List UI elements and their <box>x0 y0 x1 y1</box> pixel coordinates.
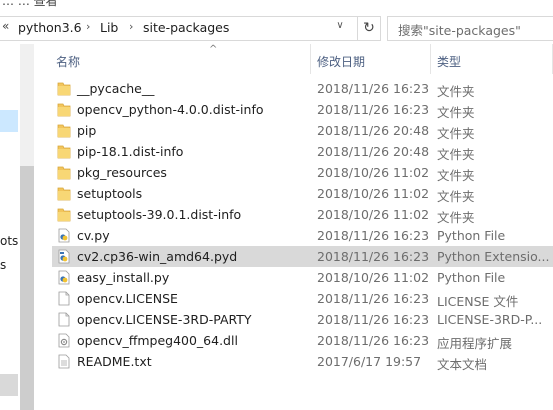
file-name: pkg_resources <box>77 165 167 180</box>
folder-icon <box>57 186 71 201</box>
nav-item-selected[interactable] <box>0 110 18 132</box>
address-bar: « python3.6 › Lib › site-packages ∨ ↻ 搜索… <box>0 10 553 44</box>
column-headers: ^ 名称 修改日期 类型 <box>34 44 553 76</box>
file-modified-date: 2018/11/26 16:23 <box>317 228 430 243</box>
file-name: __pycache__ <box>77 81 155 96</box>
file-row[interactable]: easy_install.py 2018/10/26 11:02 Python Fi… <box>52 267 553 288</box>
file-name: easy_install.py <box>77 270 170 285</box>
file-modified-date: 2018/11/26 16:23 <box>317 81 430 96</box>
overflow-chevron-icon[interactable]: « <box>2 19 9 33</box>
search-placeholder: 搜索"site-packages" <box>398 23 521 38</box>
column-divider[interactable] <box>310 44 311 74</box>
column-divider[interactable] <box>430 44 431 74</box>
file-name: cv.py <box>77 228 110 243</box>
python-file-icon <box>57 228 71 243</box>
file-modified-date: 2018/10/26 11:02 <box>317 186 430 201</box>
document-icon <box>57 291 71 306</box>
file-row[interactable]: opencv_ffmpeg400_64.dll 2018/11/26 16:23 应… <box>52 330 553 351</box>
folder-icon <box>57 81 71 96</box>
file-row[interactable]: cv.py 2018/11/26 16:23 Python File <box>52 225 553 246</box>
file-type: 文件夹 <box>437 84 475 99</box>
breadcrumb-site-packages[interactable]: site-packages <box>143 20 229 35</box>
file-type: 文件夹 <box>437 147 475 162</box>
file-modified-date: 2018/11/26 16:23 <box>317 102 430 117</box>
file-row[interactable]: pip-18.1.dist-info 2018/11/26 20:48 文件夹 <box>52 141 553 162</box>
refresh-icon[interactable]: ↻ <box>357 16 381 41</box>
nav-item-highlight[interactable] <box>0 374 18 396</box>
file-modified-date: 2018/11/26 20:48 <box>317 144 430 159</box>
file-name: opencv_python-4.0.0.dist-info <box>77 102 264 117</box>
chevron-down-icon[interactable]: ∨ <box>333 20 347 36</box>
breadcrumb-separator-icon[interactable]: › <box>86 20 90 33</box>
folder-icon <box>57 123 71 138</box>
file-modified-date: 2018/11/26 16:23 <box>317 312 430 327</box>
file-modified-date: 2018/11/26 16:23 <box>317 291 430 306</box>
dll-icon <box>57 333 71 348</box>
nav-scrollbar-thumb[interactable] <box>20 166 34 410</box>
file-type: Python File <box>437 228 506 243</box>
nav-item-label[interactable]: s <box>0 258 6 272</box>
folder-icon <box>57 144 71 159</box>
file-row[interactable]: README.txt 2017/6/17 19:57 文本文档 <box>52 351 553 372</box>
ribbon-fragment-text: … … 查看 <box>2 0 58 8</box>
file-row[interactable]: opencv.LICENSE 2018/11/26 16:23 LICENSE 文件 <box>52 288 553 309</box>
file-row[interactable]: pip 2018/11/26 20:48 文件夹 <box>52 120 553 141</box>
ribbon-fragment: … … 查看 <box>0 0 553 10</box>
breadcrumb[interactable]: « python3.6 › Lib › site-packages ∨ <box>0 16 360 41</box>
file-row[interactable]: setuptools-39.0.1.dist-info 2018/10/26 11… <box>52 204 553 225</box>
text-file-icon <box>57 354 71 369</box>
file-modified-date: 2017/6/17 19:57 <box>317 354 422 369</box>
file-name: setuptools-39.0.1.dist-info <box>77 207 242 222</box>
file-type: 文件夹 <box>437 189 475 204</box>
file-type: LICENSE-3RD-P... <box>437 312 543 327</box>
document-icon <box>57 312 71 327</box>
file-type: 文件夹 <box>437 126 475 141</box>
file-name: pip-18.1.dist-info <box>77 144 184 159</box>
file-type: Python Extensio... <box>437 249 550 264</box>
search-input[interactable]: 搜索"site-packages" <box>387 16 553 41</box>
file-type: LICENSE 文件 <box>437 294 519 309</box>
file-type: 应用程序扩展 <box>437 336 513 351</box>
folder-icon <box>57 207 71 222</box>
file-type: Python File <box>437 270 506 285</box>
file-type: 文件夹 <box>437 168 475 183</box>
breadcrumb-separator-icon[interactable]: › <box>129 20 133 33</box>
file-modified-date: 2018/10/26 11:02 <box>317 207 430 222</box>
column-header-date[interactable]: 修改日期 <box>317 53 365 70</box>
breadcrumb-lib[interactable]: Lib <box>100 20 118 35</box>
file-type: 文件夹 <box>437 105 475 120</box>
file-row[interactable]: opencv.LICENSE-3RD-PARTY 2018/11/26 16:23… <box>52 309 553 330</box>
sort-ascending-icon: ^ <box>209 44 218 55</box>
file-row[interactable]: opencv_python-4.0.0.dist-info 2018/11/26 … <box>52 99 553 120</box>
python-extension-icon <box>57 249 71 264</box>
file-name: opencv.LICENSE <box>77 291 178 306</box>
file-modified-date: 2018/11/26 16:23 <box>317 333 430 348</box>
column-header-name[interactable]: 名称 <box>56 53 80 70</box>
python-file-icon <box>57 270 71 285</box>
nav-item-label[interactable]: ots <box>0 234 18 248</box>
file-type: 文本文档 <box>437 357 488 372</box>
file-modified-date: 2018/11/26 20:48 <box>317 123 430 138</box>
file-name: README.txt <box>77 354 152 369</box>
file-name: pip <box>77 123 97 138</box>
navigation-pane[interactable]: ots s <box>0 44 34 410</box>
file-modified-date: 2018/10/26 11:02 <box>317 165 430 180</box>
file-modified-date: 2018/10/26 11:02 <box>317 270 430 285</box>
file-row-selected[interactable]: cv2.cp36-win_amd64.pyd 2018/11/26 16:23 Py… <box>52 246 553 267</box>
file-type: 文件夹 <box>437 210 475 225</box>
folder-icon <box>57 102 71 117</box>
file-name: opencv_ffmpeg400_64.dll <box>77 333 238 348</box>
file-name: opencv.LICENSE-3RD-PARTY <box>77 312 252 327</box>
folder-icon <box>57 165 71 180</box>
breadcrumb-python36[interactable]: python3.6 <box>18 20 82 35</box>
file-name: setuptools <box>77 186 143 201</box>
file-name: cv2.cp36-win_amd64.pyd <box>77 249 238 264</box>
file-row[interactable]: setuptools 2018/10/26 11:02 文件夹 <box>52 183 553 204</box>
column-header-type[interactable]: 类型 <box>437 53 461 70</box>
file-row[interactable]: pkg_resources 2018/10/26 11:02 文件夹 <box>52 162 553 183</box>
file-row[interactable]: __pycache__ 2018/11/26 16:23 文件夹 <box>52 78 553 99</box>
file-modified-date: 2018/11/26 16:23 <box>317 249 430 264</box>
